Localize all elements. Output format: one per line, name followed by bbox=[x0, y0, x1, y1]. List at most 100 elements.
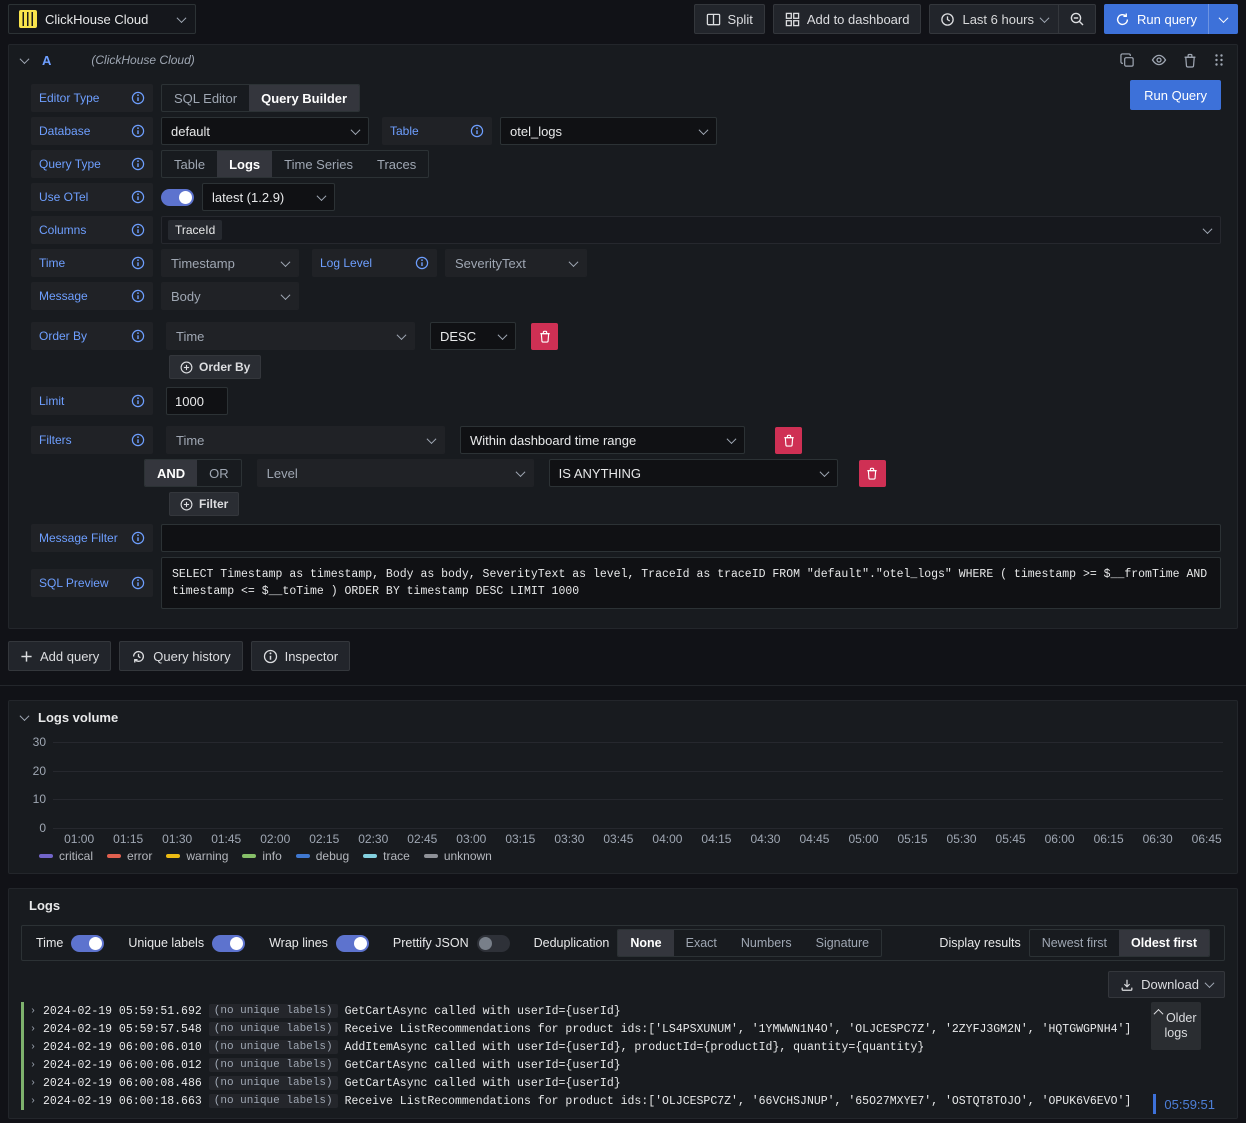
x-axis-tick: 02:45 bbox=[407, 832, 438, 846]
collapse-logs-volume-icon[interactable] bbox=[19, 710, 30, 721]
log-level-select[interactable]: SeverityText bbox=[445, 249, 587, 277]
remove-order-by-button[interactable] bbox=[531, 322, 558, 350]
info-icon[interactable] bbox=[131, 124, 145, 138]
order-by-field-select[interactable]: Time bbox=[166, 322, 415, 350]
time-toggle[interactable] bbox=[71, 934, 105, 952]
log-expand-icon: › bbox=[30, 1041, 37, 1053]
plus-circle-icon bbox=[180, 361, 193, 373]
remove-filter1-button[interactable] bbox=[775, 426, 802, 454]
option-traces[interactable]: Traces bbox=[365, 151, 428, 177]
run-query-button[interactable]: Run query bbox=[1104, 4, 1208, 34]
chevron-down-icon bbox=[568, 256, 579, 267]
log-row[interactable]: › 2024-02-19 06:00:06.012 (no unique label… bbox=[21, 1056, 1225, 1074]
log-timestamp: 2024-02-19 06:00:06.012 bbox=[43, 1058, 202, 1072]
columns-multiselect[interactable]: TraceId bbox=[161, 216, 1221, 244]
remove-filter2-button[interactable] bbox=[858, 459, 886, 487]
info-icon[interactable] bbox=[131, 394, 145, 408]
database-select[interactable]: default bbox=[161, 117, 369, 145]
download-button[interactable]: Download bbox=[1108, 971, 1225, 998]
filter1-operator-select[interactable]: Within dashboard time range bbox=[460, 426, 745, 454]
message-filter-input[interactable] bbox=[161, 524, 1221, 552]
filter1-field-select[interactable]: Time bbox=[166, 426, 445, 454]
limit-input[interactable]: 1000 bbox=[166, 387, 228, 415]
info-icon[interactable] bbox=[131, 289, 145, 303]
option-query-builder[interactable]: Query Builder bbox=[249, 85, 360, 111]
option-signature[interactable]: Signature bbox=[804, 930, 882, 956]
unique-labels-toggle[interactable] bbox=[212, 934, 246, 952]
log-labels-badge: (no unique labels) bbox=[208, 1058, 338, 1072]
add-filter-button[interactable]: Filter bbox=[169, 492, 240, 516]
column-chip[interactable]: TraceId bbox=[168, 220, 223, 240]
filter2-field-select[interactable]: Level bbox=[256, 459, 534, 487]
legend-item-trace[interactable]: trace bbox=[363, 849, 410, 863]
option-or[interactable]: OR bbox=[197, 460, 241, 486]
history-icon bbox=[133, 650, 145, 662]
option-and[interactable]: AND bbox=[145, 460, 198, 486]
option-sql-editor[interactable]: SQL Editor bbox=[162, 85, 249, 111]
legend-item-warning[interactable]: warning bbox=[166, 849, 228, 863]
option-none[interactable]: None bbox=[618, 930, 674, 956]
legend-item-info[interactable]: info bbox=[242, 849, 282, 863]
log-row[interactable]: › 2024-02-19 05:59:57.548 (no unique label… bbox=[21, 1020, 1225, 1038]
option-table[interactable]: Table bbox=[162, 151, 217, 177]
add-to-dashboard-button[interactable]: Add to dashboard bbox=[772, 4, 922, 34]
info-icon[interactable] bbox=[131, 157, 145, 171]
option-newest-first[interactable]: Newest first bbox=[1030, 930, 1119, 956]
info-icon[interactable] bbox=[131, 223, 145, 237]
chevron-down-icon bbox=[1204, 978, 1215, 989]
drag-handle-icon[interactable] bbox=[1213, 53, 1225, 67]
zoom-out-button[interactable] bbox=[1059, 5, 1095, 33]
filter2-operator-select[interactable]: IS ANYTHING bbox=[548, 459, 838, 487]
table-select[interactable]: otel_logs bbox=[500, 117, 717, 145]
older-logs-button[interactable]: Older logs bbox=[1151, 1002, 1201, 1050]
message-column-select[interactable]: Body bbox=[161, 282, 299, 310]
info-icon[interactable] bbox=[131, 329, 145, 343]
duplicate-query-icon[interactable] bbox=[1120, 52, 1135, 68]
info-icon[interactable] bbox=[131, 531, 145, 545]
legend-item-error[interactable]: error bbox=[107, 849, 152, 863]
info-icon[interactable] bbox=[131, 190, 145, 204]
log-row[interactable]: › 2024-02-19 05:59:51.692 (no unique label… bbox=[21, 1002, 1225, 1020]
top-toolbar: ClickHouse Cloud Split Add to dashboard … bbox=[0, 0, 1246, 38]
prettify-json-toggle[interactable] bbox=[476, 934, 510, 952]
datasource-picker[interactable]: ClickHouse Cloud bbox=[8, 4, 196, 34]
time-range-picker[interactable]: Last 6 hours bbox=[930, 5, 1058, 33]
trash-icon bbox=[783, 434, 794, 447]
add-query-button[interactable]: Add query bbox=[8, 641, 112, 671]
order-by-direction-select[interactable]: DESC bbox=[430, 322, 516, 350]
legend-item-debug[interactable]: debug bbox=[295, 849, 349, 863]
collapse-query-icon[interactable] bbox=[19, 53, 30, 64]
option-numbers[interactable]: Numbers bbox=[729, 930, 804, 956]
option-logs[interactable]: Logs bbox=[217, 151, 273, 177]
option-oldest-first[interactable]: Oldest first bbox=[1119, 930, 1209, 956]
wrap-lines-toggle[interactable] bbox=[335, 934, 369, 952]
legend-item-unknown[interactable]: unknown bbox=[423, 849, 492, 863]
panel-run-query-button[interactable]: Run Query bbox=[1130, 80, 1221, 110]
split-button[interactable]: Split bbox=[693, 4, 765, 34]
hide-query-eye-icon[interactable] bbox=[1151, 52, 1167, 68]
log-row[interactable]: › 2024-02-19 06:00:06.010 (no unique label… bbox=[21, 1038, 1225, 1056]
inspector-button[interactable]: Inspector bbox=[250, 641, 351, 671]
info-icon[interactable] bbox=[131, 433, 145, 447]
logs-volume-title: Logs volume bbox=[38, 709, 119, 725]
log-row[interactable]: › 2024-02-19 06:00:08.486 (no unique label… bbox=[21, 1074, 1225, 1092]
otel-version-select[interactable]: latest (1.2.9) bbox=[202, 183, 335, 211]
info-icon[interactable] bbox=[131, 91, 145, 105]
logs-volume-plot[interactable]: 30 20 10 0 bbox=[33, 735, 1223, 835]
info-icon[interactable] bbox=[470, 124, 484, 138]
use-otel-toggle[interactable] bbox=[161, 188, 194, 206]
option-time-series[interactable]: Time Series bbox=[272, 151, 365, 177]
legend-item-critical[interactable]: critical bbox=[39, 849, 93, 863]
log-row[interactable]: › 2024-02-19 06:00:18.663 (no unique label… bbox=[21, 1092, 1225, 1110]
delete-query-trash-icon[interactable] bbox=[1183, 53, 1197, 68]
option-exact[interactable]: Exact bbox=[674, 930, 729, 956]
legend-swatch bbox=[242, 854, 257, 858]
chevron-down-icon bbox=[426, 433, 437, 444]
info-icon[interactable] bbox=[415, 256, 429, 270]
query-history-button[interactable]: Query history bbox=[119, 641, 243, 671]
info-icon[interactable] bbox=[131, 256, 145, 270]
add-order-by-button[interactable]: Order By bbox=[169, 355, 262, 379]
run-query-dropdown[interactable] bbox=[1209, 4, 1238, 34]
info-icon[interactable] bbox=[131, 576, 145, 590]
time-column-select[interactable]: Timestamp bbox=[161, 249, 299, 277]
